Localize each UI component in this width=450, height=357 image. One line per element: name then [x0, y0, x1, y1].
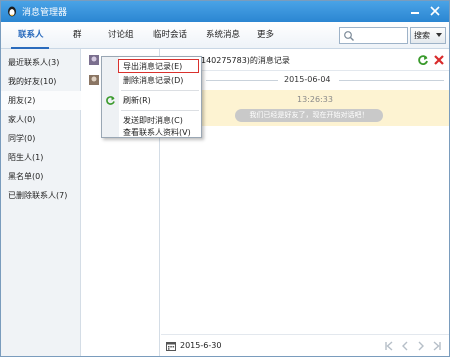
context-menu: 导出消息记录(E) 删除消息记录(D) 刷新(R) 发送即时消息(C) 查看联系…: [101, 56, 202, 138]
app-penguin-icon: [8, 6, 16, 17]
menu-item-refresh[interactable]: 刷新(R): [123, 94, 151, 107]
system-message-text: 我们已经是好友了，现在开始对话吧！: [235, 109, 383, 122]
tab-more[interactable]: 更多: [257, 22, 274, 49]
system-message-row: 13:26:33 我们已经是好友了，现在开始对话吧！: [161, 90, 449, 126]
group-item-deleted[interactable]: 已删除联系人(7): [1, 186, 81, 205]
date-separator: 2015-06-04: [161, 73, 449, 87]
tab-temp-sessions[interactable]: 临时会话: [153, 22, 187, 49]
title-bar[interactable]: 消息管理器: [1, 1, 449, 22]
message-history-title: 140275783)的消息记录: [201, 56, 290, 65]
group-list: 最近联系人(3) 我的好友(10) 朋友(2) 家人(0) 同学(0) 陌生人(…: [1, 49, 81, 356]
message-footer: 2015-6-30: [161, 334, 449, 356]
minimize-button[interactable]: [407, 3, 423, 19]
next-page-icon[interactable]: [415, 340, 427, 352]
group-item-family[interactable]: 家人(0): [1, 110, 81, 129]
contact-avatar[interactable]: [89, 55, 99, 65]
divider: [206, 80, 278, 81]
menu-separator: [121, 90, 199, 91]
group-item-friends[interactable]: 朋友(2): [1, 91, 81, 110]
tab-discussion-groups[interactable]: 讨论组: [108, 22, 134, 49]
search-button-label: 搜索: [414, 31, 430, 40]
tab-contacts[interactable]: 联系人: [18, 22, 44, 49]
menu-item-export-records[interactable]: 导出消息记录(E): [123, 60, 182, 73]
calendar-icon[interactable]: [166, 341, 176, 351]
tab-groups[interactable]: 群: [73, 22, 82, 49]
last-page-icon[interactable]: [431, 340, 443, 352]
group-item-strangers[interactable]: 陌生人(1): [1, 148, 81, 167]
chevron-down-icon[interactable]: [436, 33, 442, 37]
message-manager-window: 消息管理器 联系人 群 讨论组 临时会话 系统消息 更多 搜索 最近联系人(3)…: [0, 0, 450, 357]
divider: [339, 80, 444, 81]
tab-system-messages[interactable]: 系统消息: [206, 22, 240, 49]
message-date: 2015-06-04: [284, 75, 331, 84]
refresh-icon: [106, 96, 115, 105]
message-header: 140275783)的消息记录: [161, 49, 449, 71]
menu-item-delete-records[interactable]: 删除消息记录(D): [123, 74, 183, 87]
delete-icon[interactable]: [433, 54, 445, 66]
group-item-blacklist[interactable]: 黑名单(0): [1, 167, 81, 186]
refresh-icon[interactable]: [417, 54, 429, 66]
group-item-classmates[interactable]: 同学(0): [1, 129, 81, 148]
first-page-icon[interactable]: [383, 340, 395, 352]
group-item-recent[interactable]: 最近联系人(3): [1, 53, 81, 72]
search-input[interactable]: [339, 27, 408, 44]
menu-separator: [121, 110, 199, 111]
system-message-time: 13:26:33: [297, 95, 333, 104]
search-button[interactable]: 搜索: [410, 27, 446, 44]
close-button[interactable]: [427, 3, 443, 19]
window-title: 消息管理器: [22, 8, 68, 18]
previous-page-icon[interactable]: [399, 340, 411, 352]
footer-date[interactable]: 2015-6-30: [180, 341, 221, 350]
contact-avatar[interactable]: [89, 75, 99, 85]
group-item-my-friends[interactable]: 我的好友(10): [1, 72, 81, 91]
menu-item-view-contact-profile[interactable]: 查看联系人资料(V): [123, 126, 191, 139]
search-icon: [344, 31, 354, 41]
